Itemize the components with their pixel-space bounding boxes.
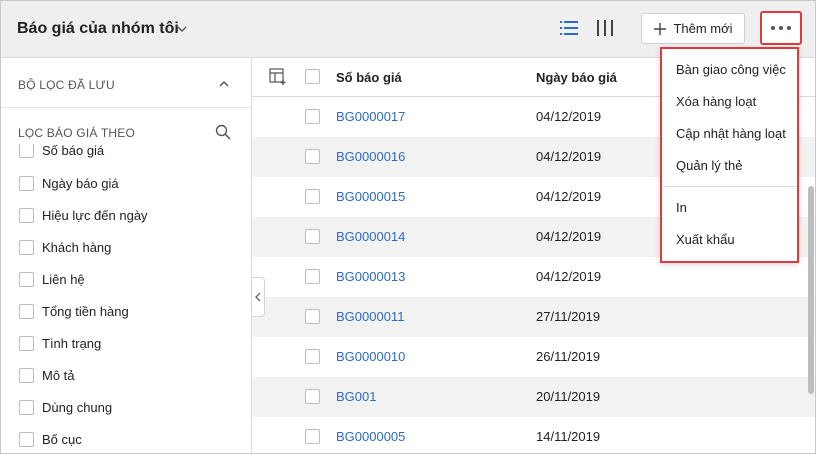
column-settings-icon[interactable]	[269, 68, 287, 86]
filter-field-list: Số báo giá Ngày báo giá Hiệu lực đến ngà…	[1, 144, 251, 453]
quote-date: 04/12/2019	[536, 149, 602, 164]
quote-number-link[interactable]: BG0000017	[336, 109, 405, 124]
filter-item-contact[interactable]: Liên hệ	[19, 269, 85, 289]
table-row[interactable]: BG0000005 14/11/2019	[252, 417, 815, 453]
menu-item-manage-tags[interactable]: Quản lý thẻ	[676, 158, 743, 173]
divider	[1, 107, 251, 108]
quote-date: 27/11/2019	[536, 309, 601, 324]
column-header-quote-number[interactable]: Số báo giá	[336, 70, 402, 85]
plus-icon	[653, 22, 667, 36]
table-row[interactable]: BG0000010 26/11/2019	[252, 337, 815, 377]
filter-sidebar: BỘ LỌC ĐÃ LƯU LỌC BÁO GIÁ THEO Số báo gi…	[1, 58, 252, 453]
row-checkbox[interactable]	[305, 309, 320, 324]
filter-checkbox[interactable]	[19, 207, 34, 223]
quote-date: 04/12/2019	[536, 109, 602, 124]
more-actions-menu: Bàn giao công việc Xóa hàng loạt Cập nhậ…	[660, 47, 799, 263]
filter-item-total-amount[interactable]: Tổng tiền hàng	[19, 301, 129, 321]
filter-item-valid-until[interactable]: Hiệu lực đến ngày	[19, 205, 148, 225]
row-checkbox[interactable]	[305, 149, 320, 164]
filter-by-heading: LỌC BÁO GIÁ THEO	[18, 126, 136, 140]
quote-date: 04/12/2019	[536, 269, 602, 284]
row-checkbox[interactable]	[305, 189, 320, 204]
vertical-scrollbar[interactable]	[808, 186, 814, 394]
menu-divider	[662, 186, 797, 187]
add-new-button[interactable]: Thêm mới	[641, 13, 745, 44]
search-icon[interactable]	[215, 124, 231, 140]
row-checkbox[interactable]	[305, 389, 320, 404]
table-row[interactable]: BG0000013 04/12/2019	[252, 257, 815, 297]
menu-item-bulk-delete[interactable]: Xóa hàng loạt	[676, 94, 756, 109]
filter-item-layout[interactable]: Bố cục	[19, 429, 82, 449]
quote-date: 14/11/2019	[536, 429, 601, 444]
filter-checkbox[interactable]	[19, 335, 34, 351]
row-checkbox[interactable]	[305, 429, 320, 444]
filter-checkbox[interactable]	[19, 431, 34, 447]
row-checkbox[interactable]	[305, 109, 320, 124]
filter-checkbox[interactable]	[19, 239, 34, 255]
app-window: Báo giá của nhóm tôi Thêm mới BỘ LỌC ĐÃ …	[0, 0, 816, 454]
filter-checkbox[interactable]	[19, 399, 34, 415]
quote-number-link[interactable]: BG0000016	[336, 149, 405, 164]
filter-checkbox[interactable]	[19, 271, 34, 287]
quote-date: 20/11/2019	[536, 389, 601, 404]
add-new-label: Thêm mới	[673, 21, 733, 36]
quote-date: 04/12/2019	[536, 189, 602, 204]
quote-number-link[interactable]: BG0000013	[336, 269, 405, 284]
filter-checkbox[interactable]	[19, 303, 34, 319]
column-view-icon[interactable]	[595, 19, 615, 37]
more-dots-icon	[771, 26, 775, 30]
menu-item-handover[interactable]: Bàn giao công việc	[676, 62, 786, 77]
menu-item-print[interactable]: In	[676, 200, 687, 215]
quote-number-link[interactable]: BG0000014	[336, 229, 405, 244]
filter-item-customer[interactable]: Khách hàng	[19, 237, 111, 257]
chevron-down-icon[interactable]	[176, 23, 188, 35]
menu-item-bulk-update[interactable]: Cập nhật hàng loạt	[676, 126, 786, 141]
more-actions-button[interactable]	[760, 11, 802, 45]
column-header-quote-date[interactable]: Ngày báo giá	[536, 70, 617, 85]
list-view-icon[interactable]	[559, 19, 579, 37]
quote-date: 04/12/2019	[536, 229, 602, 244]
quote-number-link[interactable]: BG001	[336, 389, 376, 404]
row-checkbox[interactable]	[305, 229, 320, 244]
select-all-checkbox[interactable]	[305, 69, 320, 84]
quote-number-link[interactable]: BG0000011	[336, 309, 404, 324]
filter-item-description[interactable]: Mô tả	[19, 365, 75, 385]
filter-item-shared[interactable]: Dùng chung	[19, 397, 112, 417]
table-row[interactable]: BG001 20/11/2019	[252, 377, 815, 417]
chevron-left-icon	[254, 292, 262, 302]
filter-item-quote-date[interactable]: Ngày báo giá	[19, 173, 119, 193]
chevron-up-icon[interactable]	[218, 78, 230, 90]
page-title[interactable]: Báo giá của nhóm tôi	[17, 20, 179, 38]
quote-number-link[interactable]: BG0000010	[336, 349, 405, 364]
menu-item-export[interactable]: Xuất khẩu	[676, 232, 735, 247]
filter-item-quote-number[interactable]: Số báo giá	[19, 144, 104, 160]
filter-checkbox[interactable]	[19, 144, 34, 158]
row-checkbox[interactable]	[305, 349, 320, 364]
collapse-sidebar-handle[interactable]	[251, 277, 265, 317]
quote-number-link[interactable]: BG0000015	[336, 189, 405, 204]
saved-filters-heading: BỘ LỌC ĐÃ LƯU	[18, 78, 115, 92]
table-row[interactable]: BG0000011 27/11/2019	[252, 297, 815, 337]
filter-item-status[interactable]: Tình trạng	[19, 333, 101, 353]
filter-checkbox[interactable]	[19, 367, 34, 383]
quote-date: 26/11/2019	[536, 349, 601, 364]
row-checkbox[interactable]	[305, 269, 320, 284]
quote-number-link[interactable]: BG0000005	[336, 429, 405, 444]
filter-checkbox[interactable]	[19, 175, 34, 191]
